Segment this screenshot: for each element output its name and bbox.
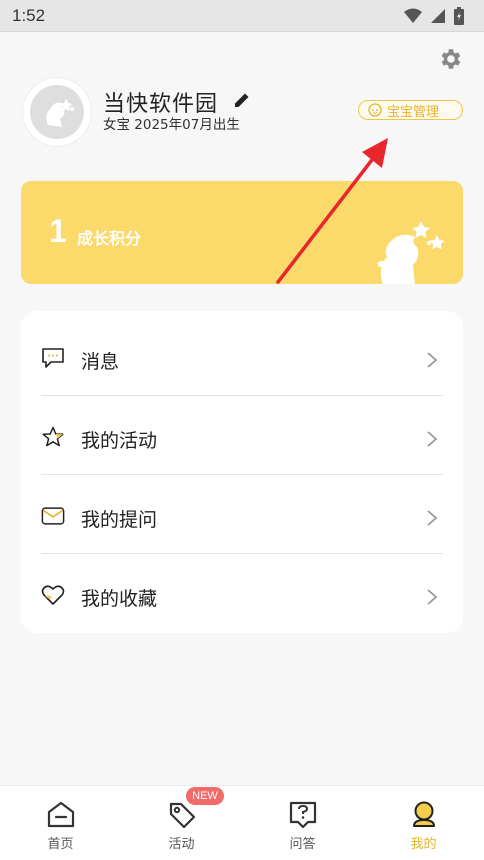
settings-button[interactable] [437, 46, 463, 72]
star-icon [42, 426, 64, 447]
menu-item-my-questions[interactable]: 我的提问 [21, 474, 463, 553]
chevron-right-icon [427, 589, 438, 605]
question-icon [289, 801, 317, 829]
signal-icon [431, 9, 445, 23]
baby-info: 女宝 2025年07月出生 [103, 117, 240, 133]
nav-label: 首页 [47, 837, 74, 852]
status-time: 1:52 [12, 6, 46, 25]
menu-item-messages[interactable]: 消息 [21, 316, 463, 395]
chevron-right-icon [427, 510, 438, 526]
edit-profile-button[interactable] [233, 91, 251, 109]
nav-label: 问答 [289, 837, 316, 852]
status-bar: 1:52 [0, 0, 484, 32]
menu-item-label: 我的收藏 [81, 588, 158, 610]
nav-label: 活动 [168, 837, 195, 852]
status-icons [404, 7, 464, 25]
bottom-nav: 首页 活动 问答 我的 [0, 785, 484, 860]
menu-item-label: 我的活动 [81, 430, 158, 452]
menu-card: 消息 我的活动 我的提问 我的收藏 [21, 311, 463, 633]
nav-item-qa[interactable]: 问答 [242, 786, 363, 860]
mascot-illustration-icon [377, 221, 445, 284]
battery-icon [454, 7, 464, 25]
message-icon [42, 348, 64, 368]
envelope-icon [41, 507, 65, 525]
points-value: 1 [49, 213, 67, 249]
baby-face-icon [368, 103, 382, 117]
avatar[interactable] [22, 77, 92, 147]
menu-item-label: 消息 [81, 351, 120, 373]
nav-item-home[interactable]: 首页 [0, 786, 121, 860]
avatar-placeholder [30, 85, 84, 139]
menu-item-my-activities[interactable]: 我的活动 [21, 395, 463, 474]
points-label: 成长积分 [77, 229, 142, 248]
gear-icon [441, 49, 461, 69]
nav-label: 我的 [410, 837, 437, 852]
new-badge: NEW [186, 787, 224, 805]
pencil-icon [235, 93, 249, 107]
wifi-icon [404, 8, 422, 23]
home-icon [47, 801, 75, 828]
baby-manage-button[interactable]: 宝宝管理 [358, 100, 463, 120]
growth-points-card[interactable]: 1 成长积分 [21, 181, 463, 284]
nav-item-mine[interactable]: 我的 [363, 786, 484, 860]
baby-manage-label: 宝宝管理 [387, 104, 440, 120]
chevron-right-icon [427, 431, 438, 447]
heart-icon [41, 585, 65, 605]
avatar-mascot-icon [46, 99, 74, 127]
menu-item-label: 我的提问 [81, 509, 158, 531]
menu-item-my-favorites[interactable]: 我的收藏 [21, 553, 463, 632]
profile-icon [413, 801, 435, 827]
chevron-right-icon [427, 352, 438, 368]
